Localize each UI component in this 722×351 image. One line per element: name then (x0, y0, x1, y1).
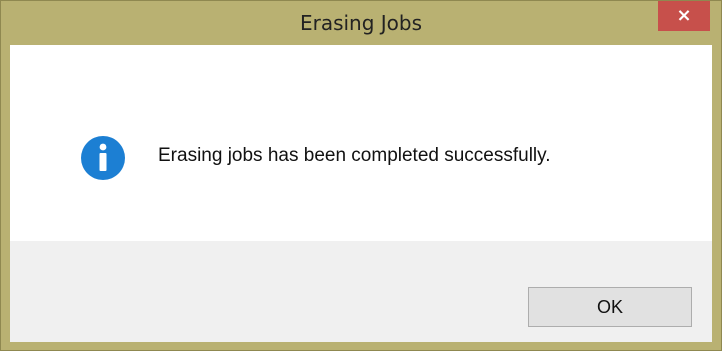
button-bar: OK (10, 241, 712, 342)
title-bar[interactable]: Erasing Jobs × (1, 1, 721, 46)
dialog-message: Erasing jobs has been completed successf… (158, 145, 551, 166)
close-button[interactable]: × (658, 1, 710, 31)
dialog-body: Erasing jobs has been completed successf… (10, 45, 712, 342)
ok-button[interactable]: OK (528, 287, 692, 327)
dialog-window: Erasing Jobs × Erasing jobs has been com… (0, 0, 722, 351)
message-area: Erasing jobs has been completed successf… (10, 45, 712, 241)
info-icon (81, 136, 125, 180)
dialog-title: Erasing Jobs (299, 11, 423, 35)
close-icon: × (676, 5, 692, 26)
